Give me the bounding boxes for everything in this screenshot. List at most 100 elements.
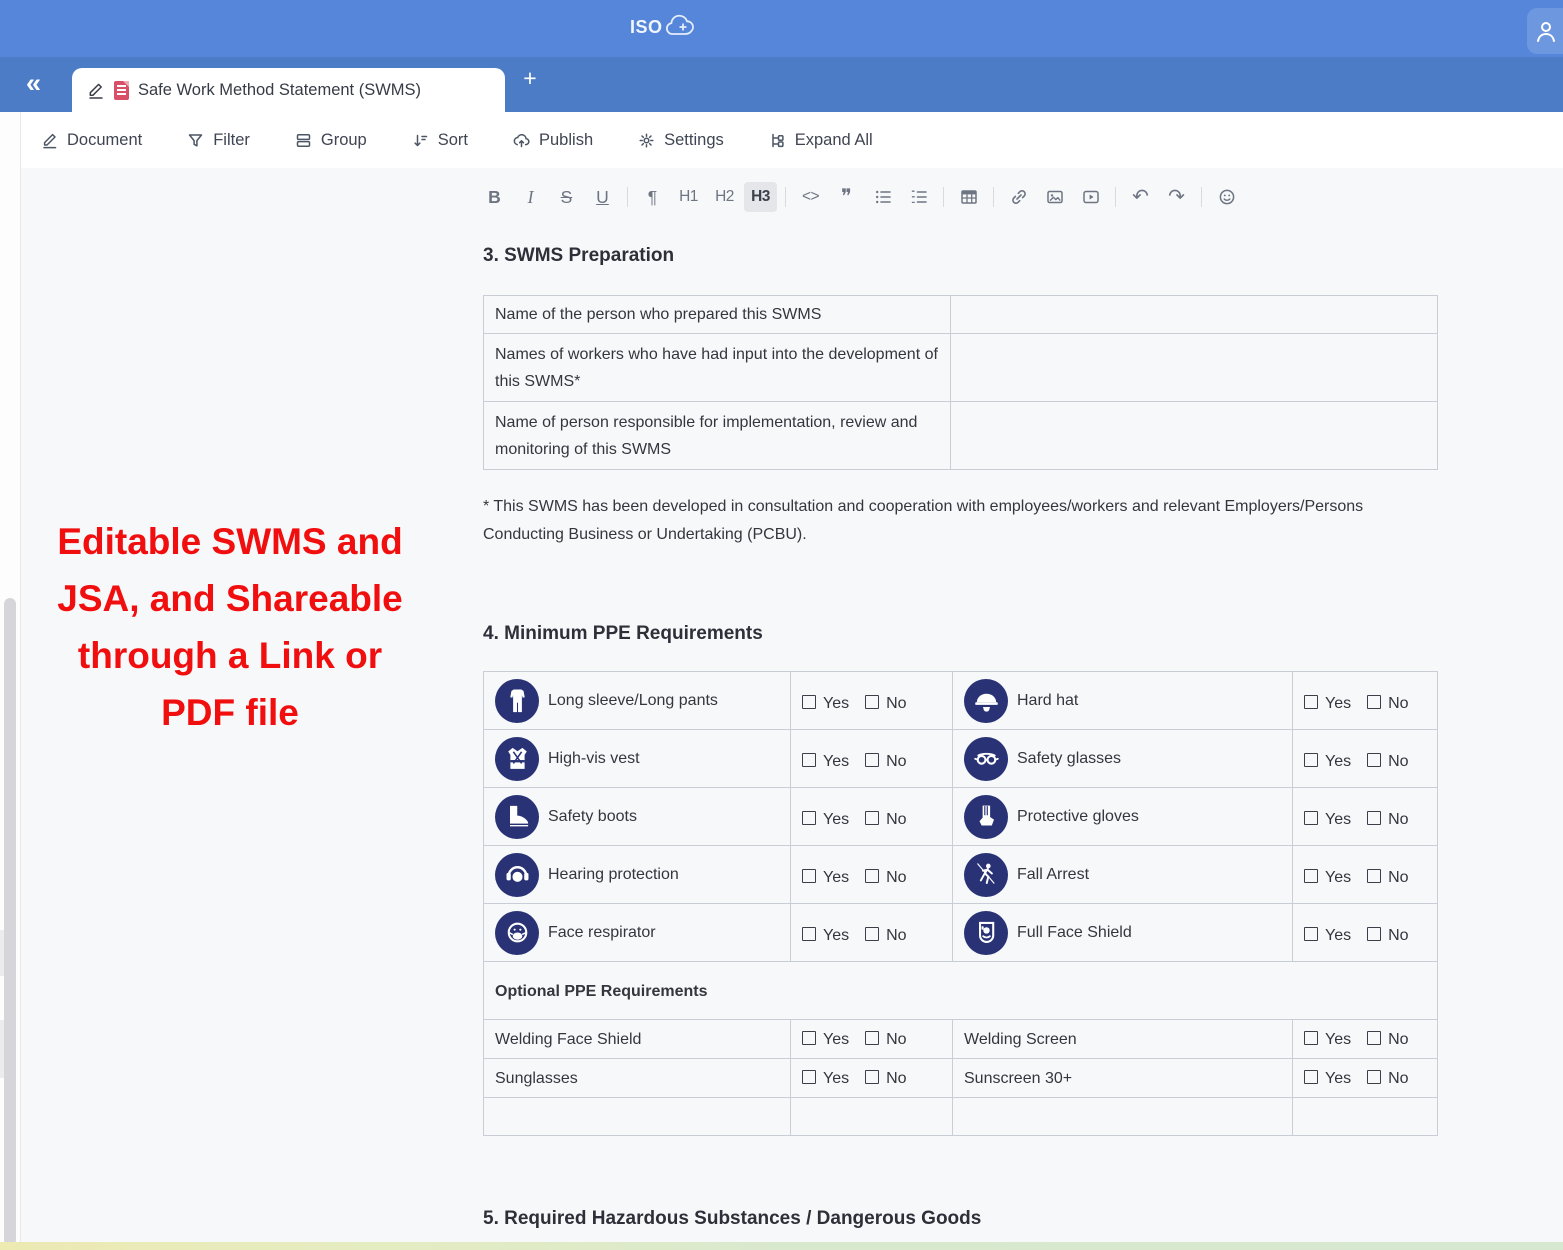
undo-button[interactable]: ↶ [1124, 182, 1157, 212]
prep-answer-cell[interactable] [951, 296, 1438, 334]
no-label: No [886, 1031, 906, 1048]
yes-label: Yes [1325, 1070, 1351, 1087]
underline-button[interactable]: U [586, 182, 619, 212]
no-checkbox[interactable] [1367, 695, 1381, 709]
menu-item-settings[interactable]: Settings [637, 131, 724, 150]
yes-no-cell: YesNo [791, 1059, 953, 1098]
ppe-item-cell: Sunscreen 30+ [953, 1059, 1293, 1098]
empty-cell[interactable] [791, 1098, 953, 1136]
table-row: Optional PPE Requirements [484, 962, 1438, 1020]
yes-checkbox[interactable] [802, 927, 816, 941]
heading3-button[interactable]: H3 [744, 182, 777, 212]
empty-cell[interactable] [484, 1098, 791, 1136]
insert-video-button[interactable] [1074, 182, 1107, 212]
no-checkbox[interactable] [865, 1070, 879, 1084]
no-checkbox[interactable] [865, 869, 879, 883]
ppe-item-cell: Full Face Shield [953, 904, 1293, 962]
yes-checkbox[interactable] [802, 1031, 816, 1045]
heading1-button[interactable]: H1 [672, 182, 705, 212]
prep-answer-cell[interactable] [951, 334, 1438, 402]
italic-button[interactable]: I [514, 182, 547, 212]
yes-label: Yes [1325, 695, 1351, 712]
yes-no-cell: YesNo [1293, 788, 1438, 846]
yes-checkbox[interactable] [802, 869, 816, 883]
ppe-item-cell: High-vis vest [484, 730, 791, 788]
sort-arrow-icon [411, 131, 430, 150]
yes-label: Yes [1325, 753, 1351, 770]
tab-swms-document[interactable]: Safe Work Method Statement (SWMS) [72, 68, 505, 112]
bold-button[interactable]: B [478, 182, 511, 212]
yes-checkbox[interactable] [802, 811, 816, 825]
menu-item-document[interactable]: Document [40, 131, 142, 150]
yes-checkbox[interactable] [802, 753, 816, 767]
emoji-button[interactable] [1210, 182, 1243, 212]
no-checkbox[interactable] [865, 1031, 879, 1045]
consultation-footnote: * This SWMS has been developed in consul… [483, 493, 1428, 548]
yes-checkbox[interactable] [1304, 1031, 1318, 1045]
menu-item-group[interactable]: Group [294, 131, 367, 150]
no-checkbox[interactable] [865, 927, 879, 941]
ordered-list-button[interactable] [902, 182, 935, 212]
menu-item-filter[interactable]: Filter [186, 131, 250, 150]
no-checkbox[interactable] [1367, 811, 1381, 825]
section3-heading: 3. SWMS Preparation [483, 245, 674, 267]
menu-item-expand-all[interactable]: Expand All [768, 131, 873, 150]
redo-button[interactable]: ↷ [1160, 182, 1193, 212]
ppe-label: Full Face Shield [1017, 919, 1132, 946]
no-checkbox[interactable] [1367, 1070, 1381, 1084]
yes-checkbox[interactable] [1304, 1070, 1318, 1084]
ppe-item-cell: Welding Face Shield [484, 1020, 791, 1059]
insert-link-button[interactable] [1002, 182, 1035, 212]
no-checkbox[interactable] [865, 695, 879, 709]
yes-label: Yes [1325, 1031, 1351, 1048]
new-tab-button[interactable]: + [517, 65, 543, 92]
yes-label: Yes [823, 1070, 849, 1087]
link-icon [1009, 187, 1029, 207]
collapse-sidebar-button[interactable]: « [26, 65, 41, 101]
yes-checkbox[interactable] [1304, 753, 1318, 767]
yes-checkbox[interactable] [1304, 695, 1318, 709]
insert-table-button[interactable] [952, 182, 985, 212]
user-account-button[interactable] [1527, 8, 1563, 54]
strikethrough-button[interactable]: S [550, 182, 583, 212]
no-label: No [1388, 869, 1408, 886]
cloud-plus-icon [664, 14, 698, 40]
vertical-scrollbar[interactable] [4, 598, 16, 1246]
code-button[interactable]: <> [794, 182, 827, 212]
ppe-label: Fall Arrest [1017, 861, 1089, 888]
no-checkbox[interactable] [865, 811, 879, 825]
no-label: No [886, 753, 906, 770]
no-label: No [886, 869, 906, 886]
blockquote-button[interactable]: ❞ [830, 182, 863, 212]
menu-item-sort[interactable]: Sort [411, 131, 468, 150]
yes-checkbox[interactable] [802, 695, 816, 709]
yes-checkbox[interactable] [1304, 811, 1318, 825]
menu-item-publish[interactable]: Publish [512, 131, 593, 150]
empty-cell[interactable] [953, 1098, 1293, 1136]
prep-answer-cell[interactable] [951, 402, 1438, 470]
no-checkbox[interactable] [1367, 753, 1381, 767]
table-row: Face respirator YesNo Full Face Shield Y [484, 904, 1438, 962]
prep-question-cell: Names of workers who have had input into… [484, 334, 951, 402]
empty-cell[interactable] [1293, 1098, 1438, 1136]
no-checkbox[interactable] [1367, 1031, 1381, 1045]
table-row: Names of workers who have had input into… [484, 334, 1438, 402]
bullet-list-button[interactable] [866, 182, 899, 212]
paragraph-button[interactable]: ¶ [636, 182, 669, 212]
menu-label: Sort [438, 131, 468, 150]
no-checkbox[interactable] [865, 753, 879, 767]
ppe-item-cell: Face respirator [484, 904, 791, 962]
insert-image-button[interactable] [1038, 182, 1071, 212]
menu-label: Document [67, 131, 142, 150]
heading2-button[interactable]: H2 [708, 182, 741, 212]
yes-checkbox[interactable] [1304, 869, 1318, 883]
yes-checkbox[interactable] [802, 1070, 816, 1084]
face-respirator-icon [495, 911, 539, 955]
menu-label: Expand All [795, 131, 873, 150]
yes-checkbox[interactable] [1304, 927, 1318, 941]
no-checkbox[interactable] [1367, 869, 1381, 883]
yes-no-cell: YesNo [1293, 1020, 1438, 1059]
no-checkbox[interactable] [1367, 927, 1381, 941]
yes-label: Yes [823, 753, 849, 770]
yes-no-cell: YesNo [791, 1020, 953, 1059]
